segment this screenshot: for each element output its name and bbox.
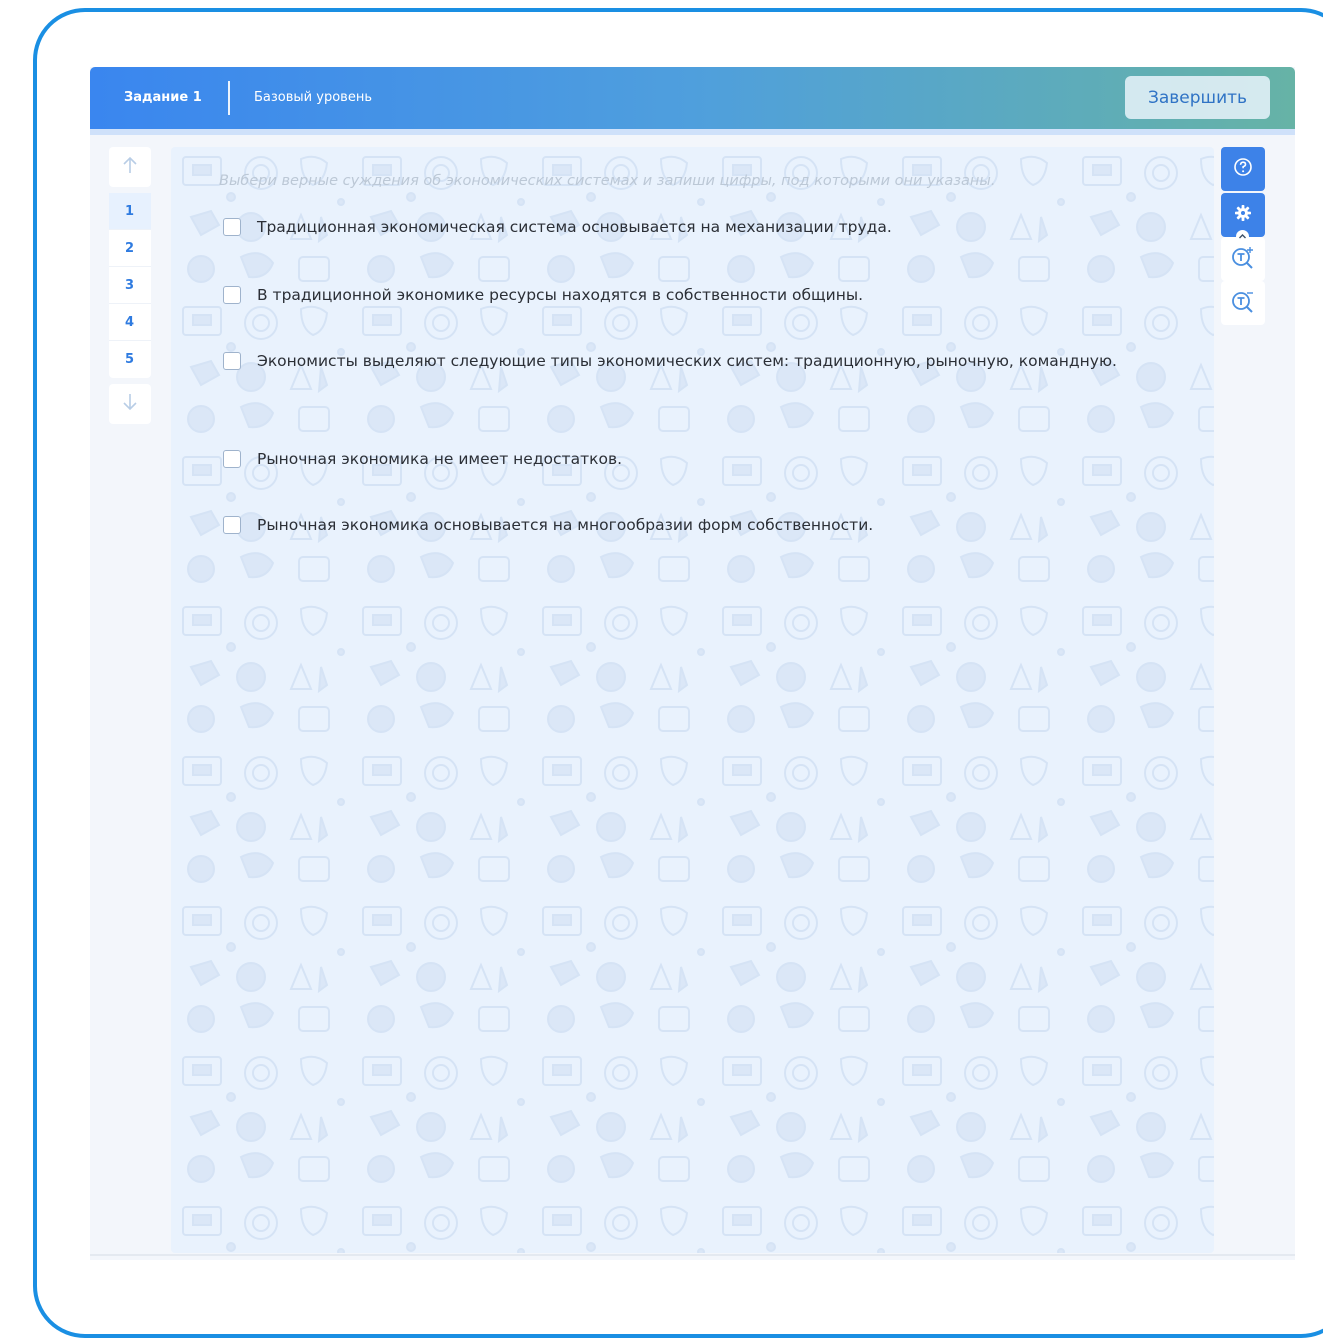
background-pattern [171,147,1214,1253]
option-checkbox[interactable] [223,218,241,236]
nav-item-3[interactable]: 3 [109,267,151,304]
option-checkbox[interactable] [223,450,241,468]
option-text: Рыночная экономика не имеет недостатков. [257,450,623,468]
task-instruction: Выбери верные суждения об экономических … [219,173,996,189]
footer-divider [90,1254,1295,1256]
option-checkbox[interactable] [223,352,241,370]
arrow-down-icon [123,393,137,416]
task-navigation: 1 2 3 4 5 [109,147,151,424]
zoom-in-button[interactable] [1221,237,1265,281]
nav-item-2[interactable]: 2 [109,230,151,267]
text-zoom-in-icon [1230,244,1256,274]
help-icon [1233,157,1253,181]
option-text: Рыночная экономика основывается на много… [257,516,874,534]
header-underline [90,129,1295,135]
nav-up-button[interactable] [109,147,151,187]
option-checkbox[interactable] [223,516,241,534]
nav-item-1[interactable]: 1 [109,193,151,230]
header-divider [228,81,230,115]
task-content: Выбери верные суждения об экономических … [171,147,1214,1253]
arrow-up-icon [123,156,137,179]
header-bar: Задание 1 Базовый уровень Завершить [90,67,1295,129]
nav-list: 1 2 3 4 5 [109,193,151,378]
option-checkbox[interactable] [223,286,241,304]
level-label: Базовый уровень [254,90,372,105]
option-text: Экономисты выделяют следующие типы эконо… [257,352,1117,370]
collapse-chevron-icon[interactable] [1236,230,1249,243]
answer-option-3[interactable]: Экономисты выделяют следующие типы эконо… [223,349,1147,374]
answer-option-1[interactable]: Традиционная экономическая система основ… [223,215,1147,240]
nav-item-4[interactable]: 4 [109,304,151,341]
text-zoom-out-icon [1230,288,1256,318]
task-number: Задание 1 [124,90,202,105]
answer-option-4[interactable]: Рыночная экономика не имеет недостатков. [223,447,1147,472]
zoom-out-button[interactable] [1221,281,1265,325]
gear-icon [1234,204,1252,226]
option-text: В традиционной экономике ресурсы находят… [257,286,864,304]
settings-button[interactable] [1221,193,1265,243]
finish-button[interactable]: Завершить [1125,76,1270,119]
tool-panel [1221,147,1265,325]
nav-item-5[interactable]: 5 [109,341,151,378]
answer-option-5[interactable]: Рыночная экономика основывается на много… [223,513,1147,538]
app-window: Задание 1 Базовый уровень Завершить 1 2 … [90,67,1295,1260]
nav-down-button[interactable] [109,384,151,424]
option-text: Традиционная экономическая система основ… [257,218,892,236]
answer-option-2[interactable]: В традиционной экономике ресурсы находят… [223,283,1147,308]
help-button[interactable] [1221,147,1265,191]
